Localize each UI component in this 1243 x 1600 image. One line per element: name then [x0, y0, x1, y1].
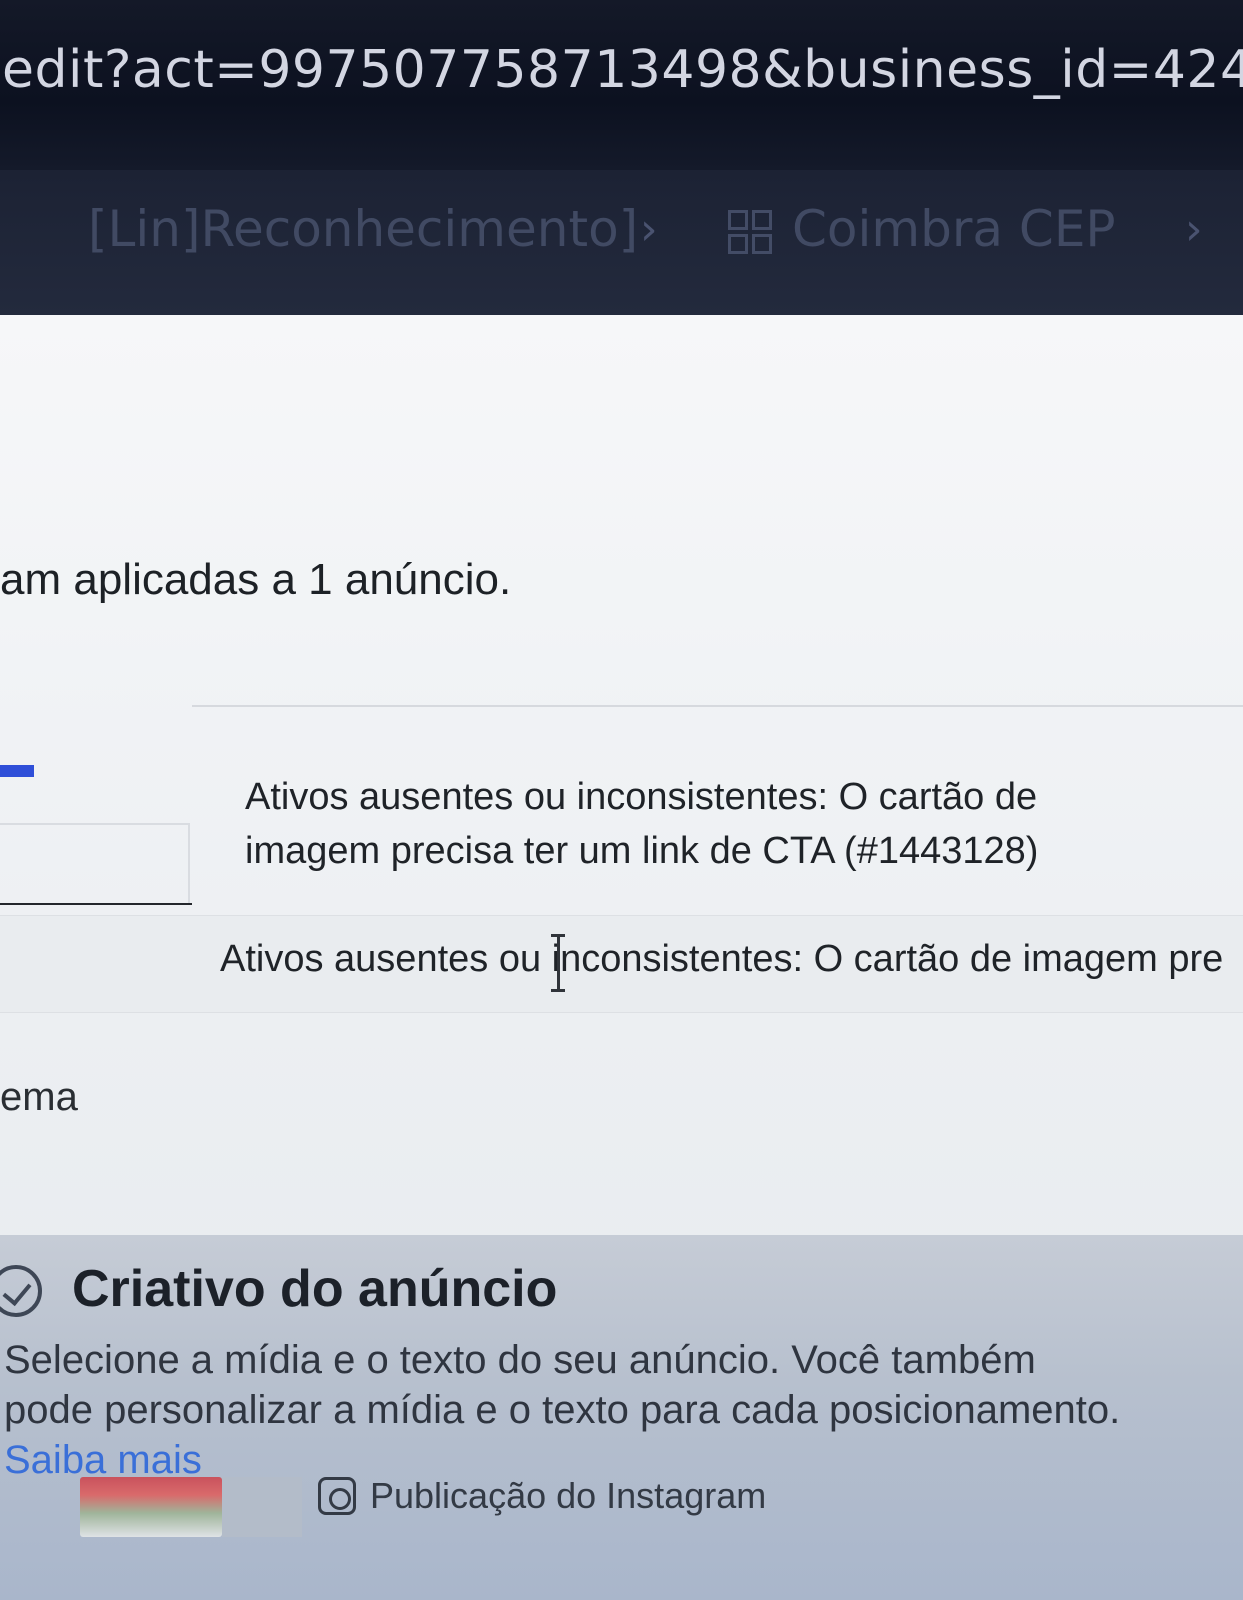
media-thumbnail-frame	[222, 1477, 302, 1537]
browser-address-bar[interactable]: edit?act=997507758713498&business_id=424…	[0, 0, 1243, 170]
changes-notice: am aplicadas a 1 anúncio.	[0, 555, 512, 604]
ad-creative-section: Criativo do anúncio Selecione a mídia e …	[0, 1235, 1243, 1600]
check-circle-icon	[0, 1265, 42, 1317]
placement-label[interactable]: Publicação do Instagram	[370, 1475, 766, 1517]
section-description: Selecione a mídia e o texto do seu anúnc…	[4, 1335, 1124, 1485]
description-text: Selecione a mídia e o texto do seu anúnc…	[4, 1338, 1121, 1432]
side-field-underline	[0, 903, 192, 905]
error-row[interactable]: Ativos ausentes ou inconsistentes: O car…	[0, 915, 1243, 1013]
instagram-icon	[318, 1477, 356, 1515]
side-field[interactable]	[0, 823, 190, 903]
chevron-right-icon: ›	[640, 204, 658, 255]
ad-set-grid-icon	[728, 210, 774, 256]
error-message-truncated: Ativos ausentes ou inconsistentes: O car…	[220, 938, 1224, 980]
error-message: Ativos ausentes ou inconsistentes: O car…	[245, 776, 1039, 872]
chevron-right-icon: ›	[1185, 204, 1203, 255]
selected-tab-indicator	[0, 765, 34, 777]
errors-panel-divider	[192, 705, 1243, 707]
media-thumbnail[interactable]	[80, 1477, 222, 1537]
breadcrumb-item-campaign[interactable]: [Lin]Reconhecimento]	[88, 200, 638, 258]
breadcrumb: [Lin]Reconhecimento] › Coimbra CEP ›	[0, 170, 1243, 315]
section-label-partial: ema	[0, 1075, 78, 1119]
url-text[interactable]: edit?act=997507758713498&business_id=424…	[2, 40, 1243, 100]
breadcrumb-item-ad-set[interactable]: Coimbra CEP	[792, 200, 1116, 258]
section-title: Criativo do anúncio	[72, 1260, 558, 1318]
learn-more-link[interactable]: Saiba mais	[4, 1438, 202, 1482]
editor-main: am aplicadas a 1 anúncio. Ativos ausente…	[0, 315, 1243, 1600]
text-cursor-icon	[551, 934, 565, 992]
